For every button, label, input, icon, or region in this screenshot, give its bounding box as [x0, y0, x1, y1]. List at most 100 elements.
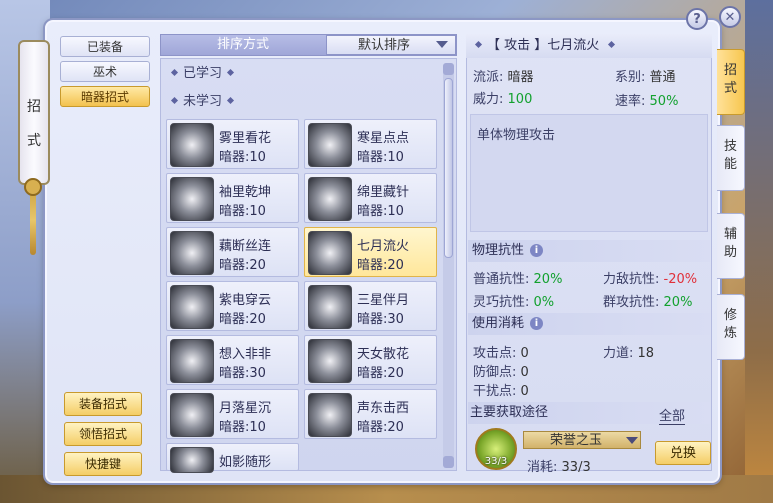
skill-card[interactable]: 藕断丝连 暗器:20: [166, 227, 299, 277]
group-resist-value: 20%: [663, 295, 693, 310]
group-unlearned-label: 未学习: [183, 94, 223, 109]
question-icon: ?: [693, 12, 701, 27]
agile-resist-value: 0%: [533, 295, 555, 310]
strength-label: 力道:: [603, 346, 634, 361]
disrupt-points-label: 干扰点:: [473, 384, 517, 399]
normal-resist-row: 普通抗性: 20%: [473, 268, 562, 287]
skill-card[interactable]: 月落星沉 暗器:10: [166, 389, 299, 439]
comprehend-skill-button[interactable]: 领悟招式: [64, 422, 142, 446]
skill-icon: [170, 393, 214, 437]
equip-skill-button[interactable]: 装备招式: [64, 392, 142, 416]
usage-cost-title: 使用消耗: [472, 316, 525, 331]
skill-description: 单体物理攻击: [477, 128, 556, 143]
hotkey-button[interactable]: 快捷键: [64, 452, 142, 476]
speed-row: 速率: 50%: [615, 90, 678, 109]
item-dropdown-value: 荣誉之玉: [550, 433, 603, 448]
speed-label: 速率:: [615, 94, 646, 109]
school-row: 流派: 暗器: [473, 66, 534, 85]
skill-card[interactable]: 如影随形: [166, 443, 299, 473]
power-label: 威力:: [473, 92, 504, 107]
skill-title-text: 【 攻击 】七月流火: [487, 38, 600, 53]
scroll-up-arrow-icon[interactable]: [443, 63, 454, 75]
agile-resist-label: 灵巧抗性:: [473, 295, 530, 310]
series-value: 普通: [649, 70, 676, 85]
scroll-label: 招 式: [27, 99, 41, 149]
info-icon[interactable]: i: [530, 317, 544, 330]
series-label: 系别:: [615, 70, 646, 85]
tab-assist[interactable]: 辅 助: [717, 213, 745, 279]
info-icon[interactable]: i: [530, 244, 544, 257]
skill-name: 三星伴月: [357, 293, 410, 308]
skill-card[interactable]: 寒星点点暗器:10: [304, 119, 437, 169]
skill-requirement: 暗器:30: [219, 366, 266, 381]
tassel-knot-decoration: [24, 178, 42, 196]
disrupt-points-value: 0: [520, 384, 529, 399]
skill-icon: [308, 285, 352, 329]
skill-card[interactable]: 天女散花暗器:20: [304, 335, 437, 385]
skill-icon: [308, 339, 352, 383]
category-witchcraft-button[interactable]: 巫术: [60, 61, 150, 82]
diamond-icon: [170, 96, 179, 105]
tab-cultivation[interactable]: 修 炼: [717, 294, 745, 360]
skill-card[interactable]: 七月流火暗器:20: [304, 227, 437, 277]
defense-points-value: 0: [520, 365, 529, 380]
series-row: 系别: 普通: [615, 66, 676, 85]
skill-requirement: 暗器:20: [357, 258, 404, 273]
disrupt-points-row: 干扰点: 0: [473, 380, 529, 399]
sort-label: 排序方式: [216, 37, 269, 52]
skill-name: 寒星点点: [357, 131, 410, 146]
skill-requirement: 暗器:20: [357, 366, 404, 381]
skill-card[interactable]: 三星伴月 暗器:30: [304, 281, 437, 331]
skill-card[interactable]: 绵里藏针 暗器:10: [304, 173, 437, 223]
skill-name: 如影随形: [219, 455, 272, 470]
physical-resist-title: 物理抗性: [472, 243, 525, 258]
school-label: 流派:: [473, 70, 504, 85]
attack-points-label: 攻击点:: [473, 346, 517, 361]
exchange-button[interactable]: 兑换: [655, 441, 711, 465]
skill-requirement: 暗器:20: [219, 312, 266, 327]
category-hidden-weapon-button[interactable]: 暗器招式: [60, 86, 150, 107]
category-equipped-button[interactable]: 已装备: [60, 36, 150, 57]
skill-name: 天女散花: [357, 347, 410, 362]
close-button[interactable]: ✕: [719, 6, 741, 28]
diamond-icon: [226, 68, 235, 77]
chevron-down-icon[interactable]: [436, 41, 448, 48]
skill-icon: [170, 339, 214, 383]
help-button[interactable]: ?: [686, 8, 708, 30]
skill-name: 七月流火: [357, 239, 410, 254]
force-resist-value: -20%: [663, 272, 698, 287]
power-row: 威力: 100: [473, 88, 532, 107]
item-dropdown[interactable]: 荣誉之玉: [523, 431, 641, 449]
usage-cost-header: 使用消耗 i: [468, 313, 710, 335]
school-value: 暗器: [507, 70, 534, 85]
group-unlearned[interactable]: 未学习: [168, 91, 438, 113]
skill-card[interactable]: 紫电穿云暗器:20: [166, 281, 299, 331]
skill-card[interactable]: 声东击西 暗器:20: [304, 389, 437, 439]
skill-name: 紫电穿云: [219, 293, 272, 308]
skill-card[interactable]: 袖里乾坤 暗器:10: [166, 173, 299, 223]
defense-points-label: 防御点:: [473, 365, 517, 380]
normal-resist-value: 20%: [533, 272, 563, 287]
skill-name: 声东击西: [357, 401, 410, 416]
skill-card[interactable]: 想入非非 暗器:30: [166, 335, 299, 385]
group-learned[interactable]: 已学习: [168, 63, 438, 85]
consume-row: 消耗: 33/3: [527, 456, 591, 475]
skill-requirement: 暗器:10: [357, 204, 404, 219]
scroll-down-arrow-icon[interactable]: [443, 456, 454, 468]
skill-requirement: 暗器:10: [357, 150, 404, 165]
strength-value: 18: [637, 346, 655, 361]
skill-icon: [170, 447, 214, 473]
chevron-down-icon[interactable]: [626, 437, 638, 444]
skill-icon: [308, 231, 352, 275]
scrollbar-thumb[interactable]: [444, 78, 453, 258]
skill-card[interactable]: 雾里看花 暗器:10: [166, 119, 299, 169]
skill-icon: [170, 285, 214, 329]
acquisition-all-link[interactable]: 全部: [659, 405, 686, 425]
tab-skills[interactable]: 技 能: [717, 125, 745, 191]
diamond-icon: [226, 96, 235, 105]
tab-moves[interactable]: 招 式: [717, 49, 745, 115]
attack-points-row: 攻击点: 0: [473, 342, 529, 361]
skill-name: 月落星沉: [219, 401, 272, 416]
force-resist-label: 力敌抗性:: [603, 272, 660, 287]
group-resist-label: 群攻抗性:: [603, 295, 660, 310]
